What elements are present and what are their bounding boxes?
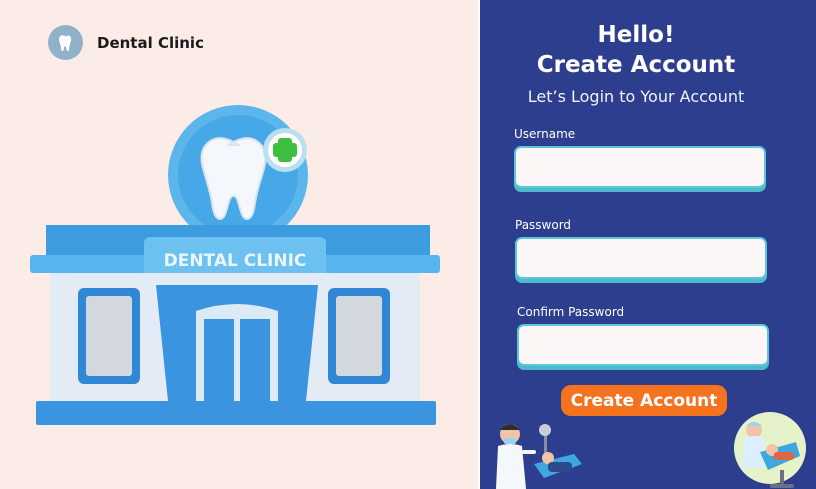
tooth-icon: [48, 25, 83, 60]
illustration-panel: Dental Clinic DENTAL CLINIC: [0, 0, 478, 489]
brand: Dental Clinic: [48, 25, 204, 60]
signup-screen: Dental Clinic DENTAL CLINIC Hello! Creat…: [0, 0, 816, 489]
form-heading: Hello! Create Account: [480, 20, 792, 80]
password-input[interactable]: [517, 239, 765, 277]
username-label: Username: [514, 127, 576, 141]
subtitle: Let’s Login to Your Account: [527, 87, 745, 106]
confirm-password-label: Confirm Password: [517, 305, 625, 319]
brand-name: Dental Clinic: [97, 33, 204, 52]
confirm-password-input[interactable]: [519, 326, 767, 364]
create-account-button[interactable]: Create Account: [561, 385, 727, 416]
building-sign-text: DENTAL CLINIC: [164, 251, 307, 271]
confirm-password-field-box: [517, 324, 769, 366]
greeting: Hello!: [597, 22, 675, 48]
password-label: Password: [515, 218, 572, 232]
username-input[interactable]: [516, 148, 764, 186]
page-title: Create Account: [536, 52, 736, 78]
form-panel: Hello! Create Account Let’s Login to You…: [480, 0, 816, 489]
dentist-illustration: [496, 424, 582, 489]
password-field-box: [515, 237, 767, 279]
dental-clinic-building-illustration: DENTAL CLINIC: [30, 105, 440, 425]
dental-patient-illustration: [734, 412, 806, 488]
username-field-box: [514, 146, 766, 188]
